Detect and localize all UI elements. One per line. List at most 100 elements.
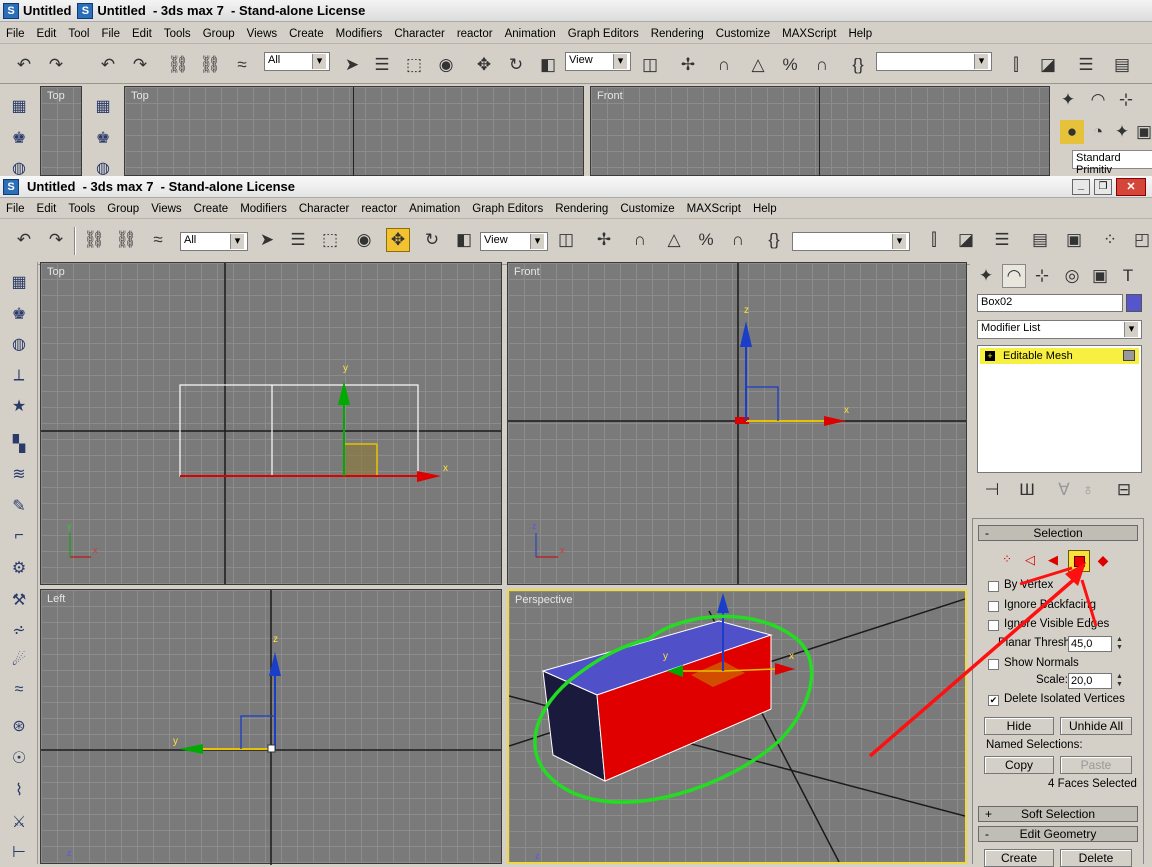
unhide-all-button[interactable]: Unhide All <box>1060 717 1132 735</box>
link-icon[interactable]: ⛓ <box>82 228 106 252</box>
main-menu-help[interactable]: Help <box>747 203 783 215</box>
particles-icon[interactable]: ☄ <box>7 648 31 672</box>
delete-isolated-checkbox[interactable]: ✔ <box>988 695 999 706</box>
cloth-icon[interactable]: ⌇ <box>7 778 31 802</box>
shapes-icon[interactable]: ♚ <box>7 302 31 326</box>
rotate-icon[interactable]: ↻ <box>504 53 528 77</box>
close-button[interactable]: ✕ <box>1116 178 1146 196</box>
edit-geometry-rollout-header[interactable]: - Edit Geometry <box>978 826 1138 842</box>
space-warp-icon[interactable]: ⩫ <box>7 618 31 642</box>
shirt-icon[interactable]: ♚ <box>7 126 31 150</box>
main-menu-graph-editors[interactable]: Graph Editors <box>466 203 549 215</box>
back-menu-file[interactable]: File <box>0 28 31 40</box>
material-editor-icon[interactable]: ⁘ <box>1098 228 1122 252</box>
sphere-icon[interactable]: ◍ <box>7 332 31 356</box>
back-menu-tools[interactable]: Tools <box>158 28 197 40</box>
named-selection-set-dropdown[interactable]: ▾ <box>792 232 910 251</box>
main-menu-reactor[interactable]: reactor <box>355 203 403 215</box>
planar-thresh-field[interactable]: 45,0 <box>1068 636 1112 652</box>
main-menu-tools[interactable]: Tools <box>62 203 101 215</box>
boxes-icon[interactable]: ▦ <box>91 94 115 118</box>
shirt-icon[interactable]: ♚ <box>91 126 115 150</box>
settings-icon[interactable]: ⚙ <box>7 556 31 580</box>
track-view-icon[interactable]: ▤ <box>1110 53 1134 77</box>
main-menu-file[interactable]: File <box>0 203 31 215</box>
snap-toggle-icon[interactable]: ∩ <box>628 228 652 252</box>
mirror-icon[interactable]: ⫿ <box>922 228 946 252</box>
back-menu-group[interactable]: Group <box>197 28 241 40</box>
create-tab-icon[interactable]: ✦ <box>1056 88 1080 112</box>
pen-icon[interactable]: ✎ <box>7 494 31 518</box>
named-selection-icon[interactable]: {} <box>846 53 870 77</box>
select-icon[interactable]: ➤ <box>340 53 364 77</box>
utilities-tab-icon[interactable]: T <box>1116 264 1140 288</box>
redo-icon[interactable]: ↷ <box>44 228 68 252</box>
back-menu-animation[interactable]: Animation <box>499 28 562 40</box>
main-menu-edit[interactable]: Edit <box>31 203 63 215</box>
main-menu-rendering[interactable]: Rendering <box>549 203 614 215</box>
back-menu-rendering[interactable]: Rendering <box>645 28 710 40</box>
main-menu-character[interactable]: Character <box>293 203 356 215</box>
back-viewport-front[interactable]: Front <box>590 86 1050 177</box>
minimize-button[interactable]: _ <box>1072 179 1090 195</box>
window-crossing-icon[interactable]: ◉ <box>434 53 458 77</box>
restore-button[interactable]: ❐ <box>1094 179 1112 195</box>
back-viewport-top-b[interactable]: Top <box>124 86 584 177</box>
configure-modifier-sets-icon[interactable]: ⊟ <box>1112 478 1136 502</box>
object-name-field[interactable]: Box02 <box>977 294 1123 312</box>
ruler-icon[interactable]: ⊢ <box>7 840 31 864</box>
cameras-icon[interactable]: ▣ <box>1132 120 1152 144</box>
back-menu-file[interactable]: File <box>95 28 126 40</box>
scale-icon[interactable]: ◧ <box>536 53 560 77</box>
move-icon[interactable]: ✥ <box>386 228 410 252</box>
face-level-icon[interactable]: ◀ <box>1044 552 1062 570</box>
angle-snap-icon[interactable]: △ <box>746 53 770 77</box>
scale-icon[interactable]: ◧ <box>452 228 476 252</box>
pivot-icon[interactable]: ◫ <box>638 53 662 77</box>
back-menu-edit[interactable]: Edit <box>31 28 63 40</box>
back-viewport-top-a[interactable]: Top <box>40 86 82 176</box>
modify-tab-icon[interactable]: ◠ <box>1002 264 1026 288</box>
pivot-center-icon[interactable]: ◫ <box>554 228 578 252</box>
back-menu-help[interactable]: Help <box>842 28 878 40</box>
viewport-left[interactable]: Left z y z <box>40 589 502 865</box>
main-menu-maxscript[interactable]: MAXScript <box>681 203 747 215</box>
scale-field[interactable]: 20,0 <box>1068 673 1112 689</box>
undo-icon[interactable]: ↶ <box>12 53 36 77</box>
back-menu-create[interactable]: Create <box>283 28 330 40</box>
track-view-icon[interactable]: ▤ <box>1028 228 1052 252</box>
objects-icon[interactable]: ▦ <box>7 270 31 294</box>
motion-tab-icon[interactable]: ◎ <box>1060 264 1084 288</box>
stack-visibility-icon[interactable] <box>1123 350 1135 361</box>
scale-spinner[interactable]: ▲ ▼ <box>1116 673 1124 689</box>
undo-icon[interactable]: ↶ <box>96 53 120 77</box>
shapes-icon[interactable]: ◔ <box>1086 120 1110 144</box>
layers-icon[interactable]: ☰ <box>990 228 1014 252</box>
window-crossing-icon[interactable]: ◉ <box>352 228 376 252</box>
percent-snap-icon[interactable]: % <box>778 53 802 77</box>
show-end-result-icon[interactable]: Ш <box>1015 478 1039 502</box>
reference-coordinate-dropdown[interactable]: View ▾ <box>480 232 548 251</box>
object-color-swatch[interactable] <box>1126 294 1142 312</box>
copy-button[interactable]: Copy <box>984 756 1054 774</box>
back-menu-tool[interactable]: Tool <box>62 28 95 40</box>
back-menu-maxscript[interactable]: MAXScript <box>776 28 842 40</box>
polygon-level-icon[interactable] <box>1068 550 1090 572</box>
show-normals-checkbox[interactable] <box>988 659 999 670</box>
back-selection-filter[interactable]: All ▾ <box>264 52 330 71</box>
back-menu-views[interactable]: Views <box>241 28 283 40</box>
back-menu-modifiers[interactable]: Modifiers <box>330 28 389 40</box>
ignore-visible-edges-checkbox[interactable] <box>988 620 999 631</box>
manipulate-icon[interactable]: ✢ <box>676 53 700 77</box>
main-menu-group[interactable]: Group <box>101 203 145 215</box>
materials-icon[interactable]: ▚ <box>7 432 31 456</box>
back-ref-coord[interactable]: View ▾ <box>565 52 631 71</box>
hierarchy-tab-icon[interactable]: ⊹ <box>1030 264 1054 288</box>
creation-type-dropdown[interactable]: Standard Primitiv <box>1072 150 1152 176</box>
create-button[interactable]: Create <box>984 849 1054 867</box>
helpers-icon[interactable]: ★ <box>7 394 31 418</box>
viewport-perspective[interactable]: Perspective y x z <box>507 589 967 864</box>
redo-icon[interactable]: ↷ <box>44 53 68 77</box>
ignore-backfacing-checkbox[interactable] <box>988 601 999 612</box>
pin-stack-icon[interactable]: ⊣ <box>980 478 1004 502</box>
